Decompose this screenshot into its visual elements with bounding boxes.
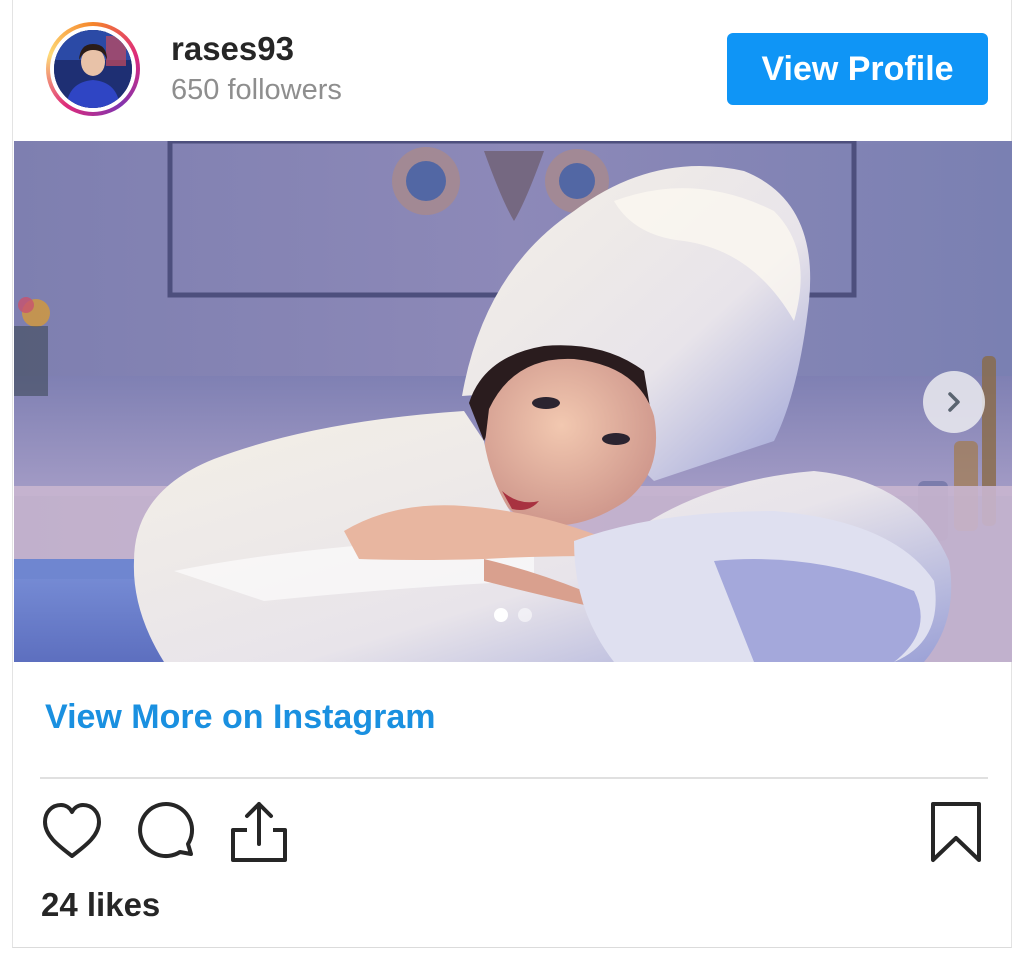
instagram-embed-page: rases93 650 followers View Profile View … — [0, 0, 1024, 962]
like-button[interactable] — [39, 800, 105, 866]
view-profile-button[interactable]: View Profile — [727, 33, 988, 105]
like-count: 24 likes — [41, 886, 161, 923]
heart-icon — [43, 803, 101, 858]
carousel-indicator — [494, 608, 532, 622]
carousel-dot — [518, 608, 532, 622]
avatar-story-ring[interactable] — [46, 22, 140, 116]
post-photo — [14, 141, 1012, 662]
bookmark-icon — [931, 802, 981, 862]
post-image[interactable] — [14, 141, 1012, 662]
comment-icon — [138, 802, 194, 858]
share-button[interactable] — [227, 800, 293, 866]
view-more-link[interactable]: View More on Instagram — [45, 698, 435, 737]
carousel-dot-active — [494, 608, 508, 622]
avatar — [54, 30, 132, 108]
divider — [40, 777, 988, 779]
instagram-post-card: rases93 650 followers View Profile View … — [12, 0, 1012, 948]
username[interactable]: rases93 — [171, 30, 294, 68]
follower-count: 650 followers — [171, 74, 342, 106]
share-icon — [231, 802, 287, 862]
carousel-next-button[interactable] — [923, 371, 985, 433]
save-button[interactable] — [923, 800, 989, 866]
comment-button[interactable] — [133, 800, 199, 866]
chevron-right-icon — [948, 392, 960, 412]
avatar-image — [54, 30, 132, 108]
